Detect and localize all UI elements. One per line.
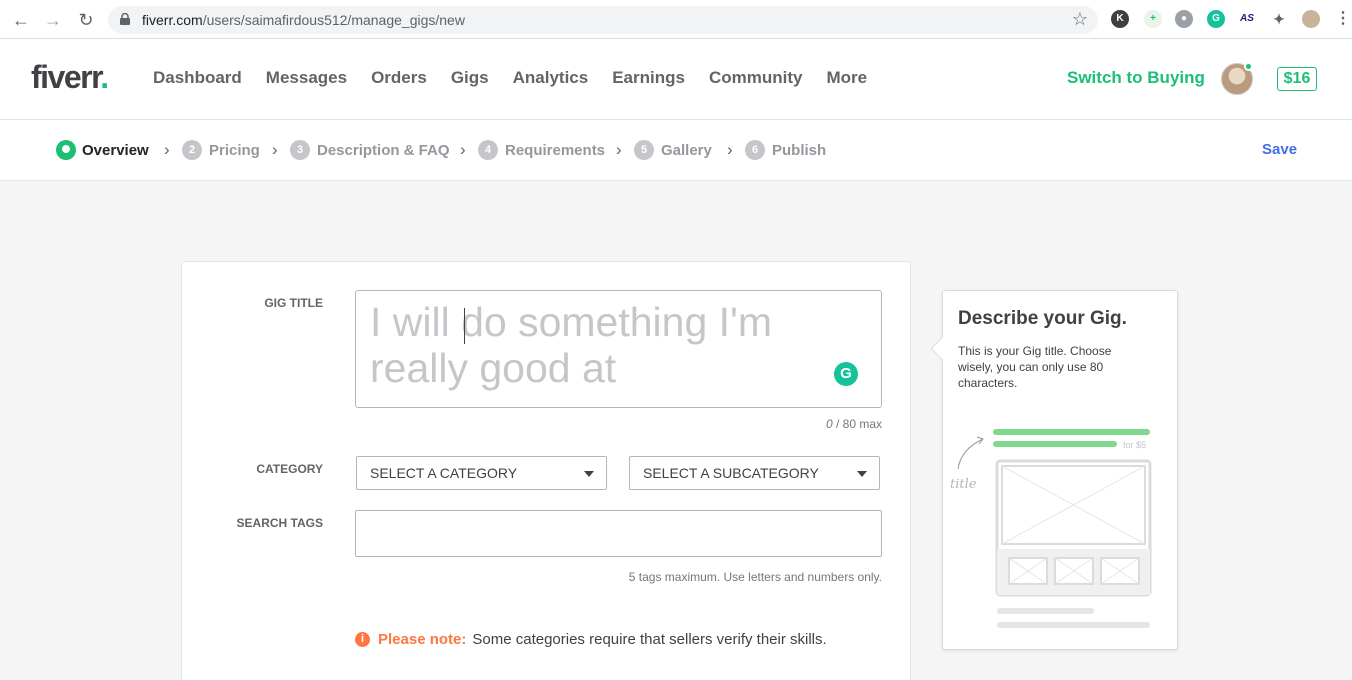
search-tags-label: SEARCH TAGS — [236, 516, 323, 530]
verification-note: i Please note: Some categories require t… — [355, 631, 827, 648]
grammarly-extension-icon[interactable]: G — [1207, 10, 1225, 28]
step-requirements[interactable]: 4 Requirements — [478, 140, 605, 160]
nav-messages[interactable]: Messages — [266, 68, 347, 88]
caret-down-icon — [584, 471, 594, 477]
info-icon: i — [355, 632, 370, 647]
nav-analytics[interactable]: Analytics — [513, 68, 589, 88]
gig-steps-bar: Overview › 2 Pricing › 3 Description & F… — [0, 120, 1352, 181]
browser-toolbar: ← → ↻ fiverr.com/users/saimafirdous512/m… — [0, 0, 1352, 39]
illus-price-text: for $5 — [1123, 440, 1146, 450]
step-publish[interactable]: 6 Publish — [745, 140, 826, 160]
address-bar[interactable]: fiverr.com/users/saimafirdous512/manage_… — [108, 6, 1098, 34]
forward-arrow-icon[interactable]: → — [42, 9, 64, 31]
chevron-right-icon: › — [164, 140, 170, 159]
profile-avatar-icon[interactable] — [1302, 10, 1320, 28]
chevron-right-icon: › — [272, 140, 278, 159]
chevron-right-icon: › — [460, 140, 466, 159]
url-text: fiverr.com/users/saimafirdous512/manage_… — [142, 12, 465, 28]
extensions-puzzle-icon[interactable]: ✦ — [1270, 10, 1288, 28]
extension-globe-icon[interactable]: ● — [1175, 10, 1193, 28]
gig-title-tip: Describe your Gig. This is your Gig titl… — [942, 290, 1178, 650]
tip-title: Describe your Gig. — [958, 308, 1127, 329]
nav-orders[interactable]: Orders — [371, 68, 427, 88]
chevron-right-icon: › — [616, 140, 622, 159]
grammarly-icon[interactable]: G — [834, 362, 858, 386]
nav-dashboard[interactable]: Dashboard — [153, 68, 242, 88]
switch-to-buying-link[interactable]: Switch to Buying — [1067, 68, 1205, 88]
step-pricing[interactable]: 2 Pricing — [182, 140, 260, 160]
step-overview[interactable]: Overview — [56, 140, 149, 160]
save-button[interactable]: Save — [1262, 141, 1297, 158]
nav-more[interactable]: More — [826, 68, 867, 88]
extension-plus-icon[interactable]: + — [1144, 10, 1162, 28]
main-nav: Dashboard Messages Orders Gigs Analytics… — [153, 68, 891, 88]
location-pin-icon — [56, 140, 76, 160]
search-tags-input[interactable] — [355, 510, 882, 557]
gig-title-placeholder: I will do something I'm really good at — [370, 299, 773, 391]
reload-icon[interactable]: ↻ — [75, 9, 97, 31]
category-label: CATEGORY — [256, 462, 323, 476]
caret-down-icon — [857, 471, 867, 477]
step-description-faq[interactable]: 3 Description & FAQ — [290, 140, 450, 160]
text-cursor — [464, 308, 465, 344]
step-gallery[interactable]: 5 Gallery — [634, 140, 712, 160]
site-header: fiverr. Dashboard Messages Orders Gigs A… — [0, 39, 1352, 120]
nav-community[interactable]: Community — [709, 68, 803, 88]
online-status-indicator — [1244, 62, 1253, 71]
extension-as-icon[interactable]: AS — [1238, 10, 1256, 28]
lock-icon — [120, 13, 130, 25]
gig-title-input[interactable]: I will do something I'm really good at G — [355, 290, 882, 408]
nav-earnings[interactable]: Earnings — [612, 68, 685, 88]
subcategory-select[interactable]: SELECT A SUBCATEGORY — [629, 456, 880, 490]
bookmark-star-icon[interactable]: ☆ — [1072, 9, 1088, 30]
gig-card-illustration: for $5 title — [950, 429, 1152, 628]
balance-badge[interactable]: $16 — [1277, 67, 1317, 91]
category-select[interactable]: SELECT A CATEGORY — [356, 456, 607, 490]
tags-hint: 5 tags maximum. Use letters and numbers … — [628, 570, 882, 584]
back-arrow-icon[interactable]: ← — [10, 9, 32, 31]
browser-menu-icon[interactable]: ⋮ — [1334, 10, 1352, 28]
chevron-right-icon: › — [727, 140, 733, 159]
fiverr-logo[interactable]: fiverr. — [31, 59, 109, 96]
title-char-counter: 0 / 80 max — [825, 417, 882, 431]
nav-gigs[interactable]: Gigs — [451, 68, 489, 88]
extension-k-icon[interactable]: K — [1111, 10, 1129, 28]
gig-title-label: GIG TITLE — [264, 296, 323, 310]
illus-title-word: title — [950, 477, 977, 492]
tip-text: This is your Gig title. Choose wisely, y… — [958, 344, 1112, 390]
gig-overview-form: GIG TITLE I will do something I'm really… — [181, 261, 911, 680]
